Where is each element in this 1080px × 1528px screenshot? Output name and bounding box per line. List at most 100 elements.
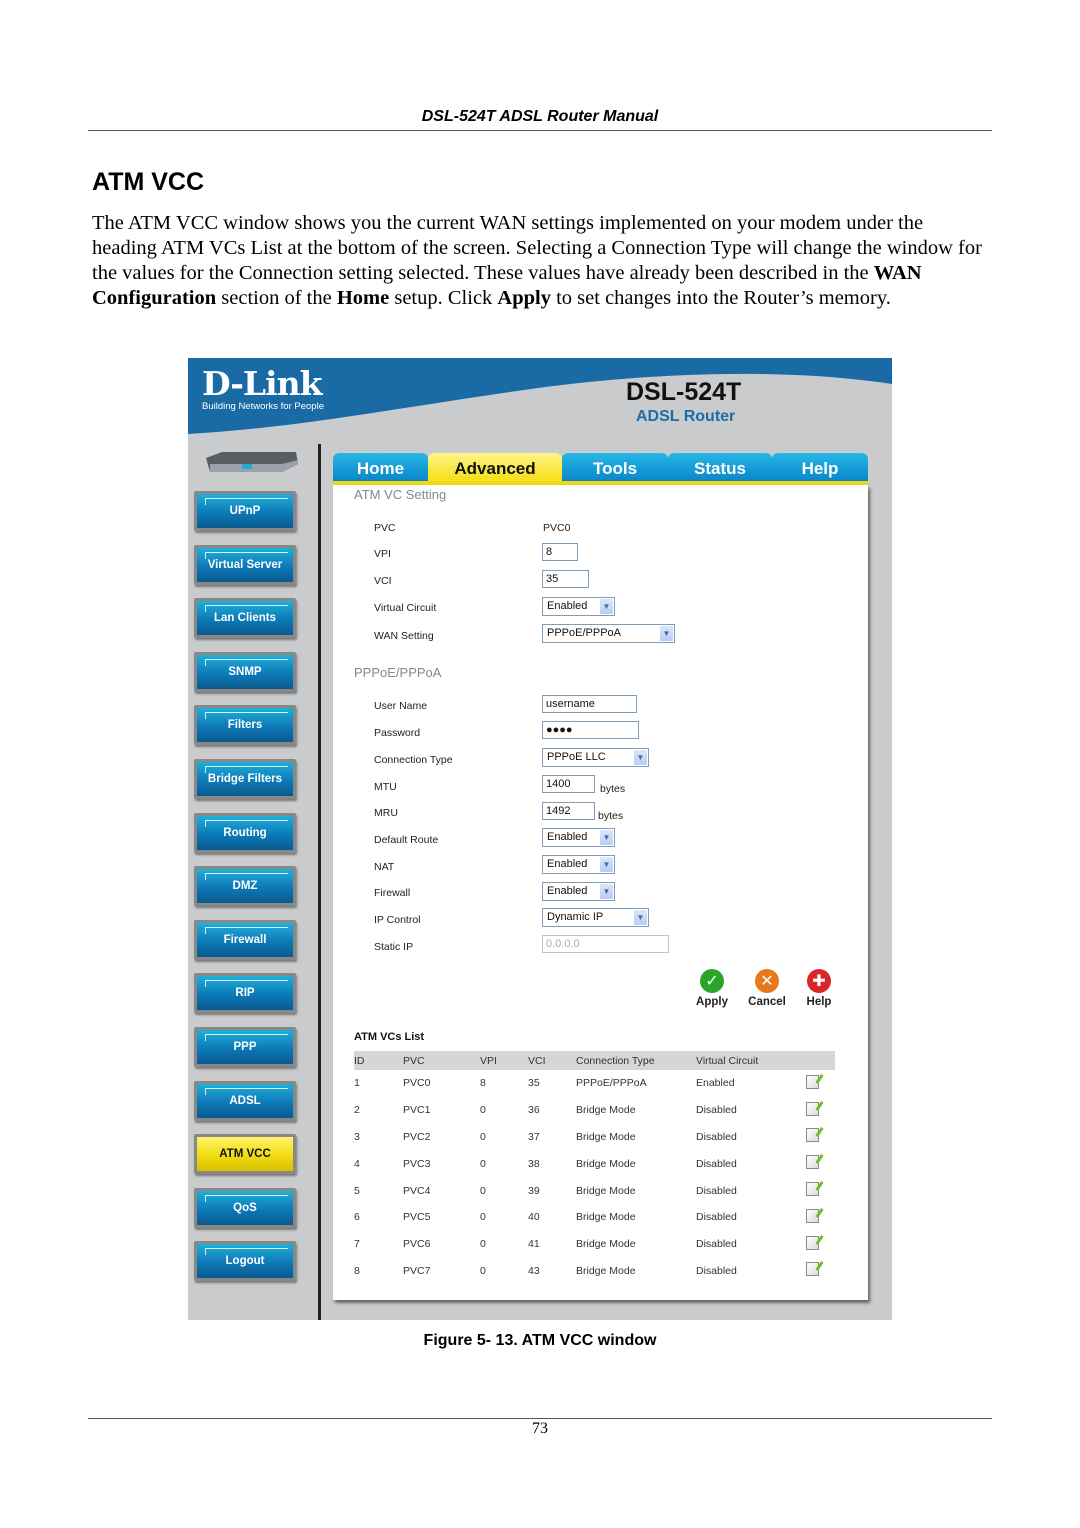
mtu-input[interactable] — [542, 775, 595, 793]
sidebar-item-logout[interactable]: Logout — [194, 1241, 296, 1282]
sidebar-item-ppp[interactable]: PPP — [194, 1027, 296, 1067]
default-route-select[interactable]: Enabled ▼ — [542, 828, 615, 847]
cell-connection-type: Bridge Mode — [576, 1211, 636, 1224]
tab-tools[interactable]: Tools — [562, 453, 668, 481]
model-name: DSL-524T — [626, 378, 742, 406]
sidebar-item-routing[interactable]: Routing — [194, 812, 296, 853]
tab-help[interactable]: Help — [772, 453, 868, 481]
sidebar-item-label: PPP — [233, 1041, 257, 1053]
username-input[interactable] — [542, 695, 637, 713]
sidebar: UPnP Virtual Server Lan Clients SNMP Filters… — [188, 438, 318, 1320]
mtu-unit: bytes — [600, 783, 626, 795]
sidebar-item-qos[interactable]: QoS — [194, 1187, 296, 1228]
text-run: setup. Click — [389, 287, 498, 309]
sidebar-item-virtual-server[interactable]: Virtual Server — [194, 544, 296, 585]
vci-input[interactable] — [542, 570, 589, 588]
ip-control-label: IP Control — [374, 914, 421, 926]
edit-cell — [806, 1124, 835, 1151]
checkmark-icon: ✓ — [700, 969, 724, 993]
wan-setting-label: WAN Setting — [374, 630, 434, 642]
virtual-circuit-select[interactable]: Enabled ▼ — [542, 597, 615, 616]
nat-select[interactable]: Enabled ▼ — [542, 855, 615, 874]
text-run: to set changes into the Router’s memory. — [550, 287, 891, 309]
edit-icon[interactable] — [806, 1182, 819, 1197]
sidebar-item-label: Routing — [223, 826, 267, 839]
connection-type-label: Connection Type — [374, 754, 453, 766]
edit-icon[interactable] — [806, 1262, 819, 1277]
cell-id: 3 — [354, 1130, 360, 1143]
edit-cell — [806, 1231, 835, 1258]
col-pvc: PVC — [403, 1051, 480, 1070]
sidebar-item-adsl[interactable]: ADSL — [194, 1080, 296, 1121]
cell-pvc: PVC5 — [403, 1211, 431, 1224]
sidebar-item-snmp[interactable]: SNMP — [194, 651, 296, 692]
sidebar-item-filters[interactable]: Filters — [194, 705, 296, 746]
help-button[interactable]: ✚ Help — [794, 969, 844, 1008]
sidebar-item-bridge-filters[interactable]: Bridge Filters — [194, 759, 296, 799]
edit-icon[interactable] — [806, 1128, 819, 1143]
vpi-label: VPI — [374, 548, 391, 560]
cell-virtual-circuit: Disabled — [696, 1264, 737, 1277]
edit-icon[interactable] — [806, 1155, 819, 1170]
chevron-down-icon: ▼ — [634, 750, 647, 765]
cell-id: 6 — [354, 1211, 360, 1224]
mru-input[interactable] — [542, 802, 595, 820]
static-ip-input[interactable] — [542, 935, 669, 953]
cell-id: 7 — [354, 1238, 360, 1251]
sidebar-item-label: ATM VCC — [219, 1148, 271, 1161]
cell-pvc: PVC6 — [403, 1238, 431, 1251]
apply-button[interactable]: ✓ Apply — [687, 969, 737, 1008]
sidebar-item-rip[interactable]: RIP — [194, 973, 296, 1014]
edit-cell — [806, 1150, 835, 1177]
vci-label: VCI — [374, 575, 392, 587]
sidebar-item-label: Lan Clients — [214, 612, 276, 625]
sidebar-item-firewall[interactable]: Firewall — [194, 919, 296, 960]
table-row: 4 PVC3 0 38 Bridge Mode Disabled — [354, 1150, 835, 1177]
tab-advanced[interactable]: Advanced — [428, 453, 562, 481]
vpi-input[interactable] — [542, 543, 578, 561]
vcs-list-title: ATM VCs List — [354, 1031, 425, 1043]
select-value: PPPoE LLC — [547, 751, 606, 763]
sidebar-item-dmz[interactable]: DMZ — [194, 866, 296, 907]
sidebar-item-lan-clients[interactable]: Lan Clients — [194, 598, 296, 639]
wan-setting-select[interactable]: PPPoE/PPPoA ▼ — [542, 624, 675, 643]
static-ip-label: Static IP — [374, 941, 414, 953]
edit-cell — [806, 1204, 835, 1231]
cell-vci: 43 — [528, 1264, 540, 1277]
cell-virtual-circuit: Disabled — [696, 1104, 737, 1117]
mru-label: MRU — [374, 807, 398, 819]
edit-icon[interactable] — [806, 1101, 819, 1116]
nat-label: NAT — [374, 861, 395, 873]
firewall-select[interactable]: Enabled ▼ — [542, 882, 615, 901]
text-run: The ATM VCC window shows you the current… — [92, 212, 982, 284]
cancel-button[interactable]: ✕ Cancel — [742, 969, 792, 1008]
sidebar-item-atm-vcc[interactable]: ATM VCC — [194, 1134, 296, 1175]
edit-icon[interactable] — [806, 1235, 819, 1250]
cell-vpi: 0 — [480, 1211, 486, 1224]
edit-icon[interactable] — [806, 1208, 819, 1223]
pppoe-heading: PPPoE/PPPoA — [354, 665, 442, 680]
running-header: DSL-524T ADSL Router Manual — [421, 108, 659, 125]
edit-icon[interactable] — [806, 1074, 819, 1089]
table-row: 7 PVC6 0 41 Bridge Mode Disabled — [354, 1231, 835, 1258]
tab-home[interactable]: Home — [333, 453, 428, 481]
password-input[interactable] — [542, 721, 639, 739]
cell-vci: 37 — [528, 1130, 540, 1143]
tab-status[interactable]: Status — [668, 453, 772, 481]
chevron-down-icon: ▼ — [660, 626, 673, 641]
cell-vci: 41 — [528, 1238, 540, 1251]
table-row: 5 PVC4 0 39 Bridge Mode Disabled — [354, 1177, 835, 1204]
cell-virtual-circuit: Disabled — [696, 1130, 737, 1143]
connection-type-select[interactable]: PPPoE LLC ▼ — [542, 748, 649, 767]
col-id: ID — [354, 1051, 403, 1070]
cell-pvc: PVC2 — [403, 1130, 431, 1143]
cell-vci: 35 — [528, 1077, 540, 1090]
chevron-down-icon: ▼ — [600, 884, 613, 899]
cell-vci: 40 — [528, 1211, 540, 1224]
sidebar-item-label: RIP — [235, 987, 255, 1000]
cell-virtual-circuit: Enabled — [696, 1077, 735, 1090]
col-connection-type: Connection Type — [576, 1051, 696, 1070]
pvc-value: PVC0 — [543, 522, 571, 534]
ip-control-select[interactable]: Dynamic IP ▼ — [542, 908, 649, 927]
sidebar-item-upnp[interactable]: UPnP — [194, 491, 296, 531]
